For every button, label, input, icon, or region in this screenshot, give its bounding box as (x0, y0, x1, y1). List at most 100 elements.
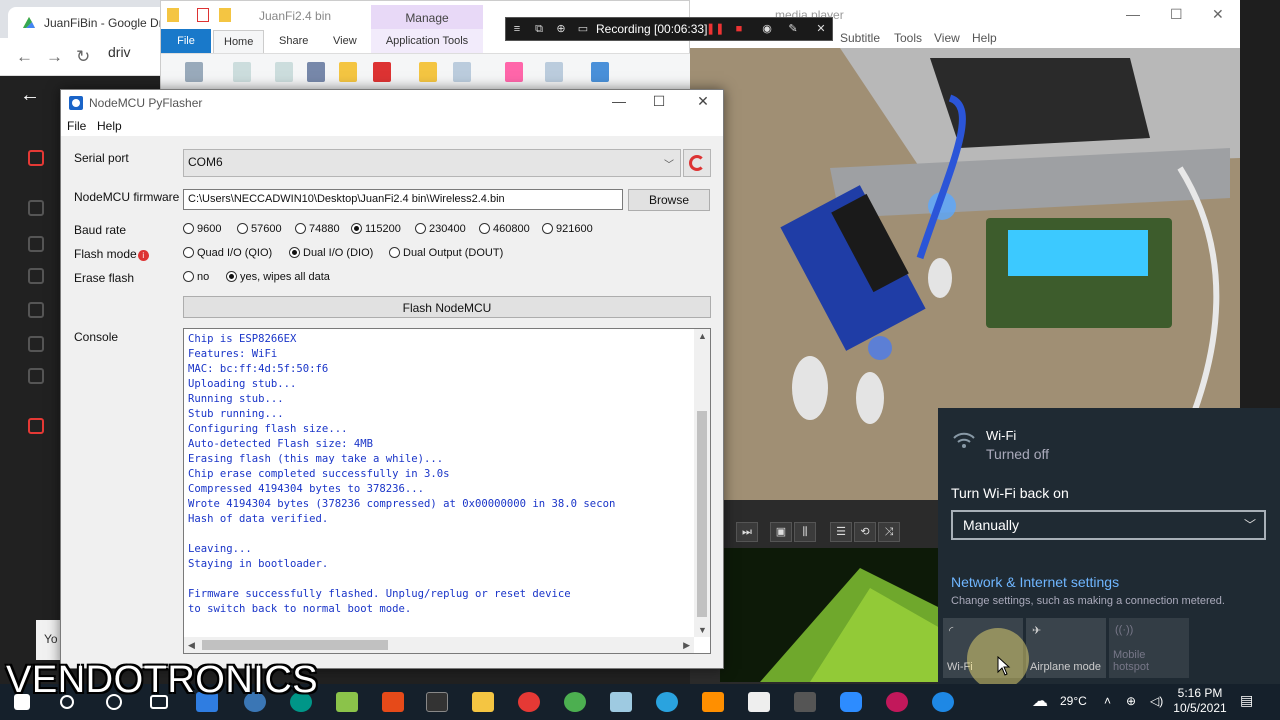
ribbon-home-tab[interactable]: Home (213, 30, 265, 53)
console-scroll-thumb[interactable] (697, 411, 707, 617)
zoom-icon[interactable] (840, 692, 862, 712)
shared-icon[interactable] (28, 268, 44, 284)
serial-port-select[interactable]: COM6 ﹀ (183, 149, 681, 177)
flash-nodemcu-button[interactable]: Flash NodeMCU (183, 296, 711, 318)
checklist-icon[interactable] (505, 62, 523, 82)
tray-chevron-up-icon[interactable]: ˄ (1104, 694, 1111, 708)
camera-icon[interactable]: ◉ (760, 22, 774, 36)
shuffle-icon[interactable]: ⤨ (878, 522, 900, 542)
properties-icon[interactable] (197, 8, 209, 22)
scroll-right-icon[interactable]: ▶ (683, 640, 690, 651)
baud-74880-radio[interactable]: 74880 (295, 223, 340, 235)
copy-icon[interactable] (233, 62, 251, 82)
flash-mode-dio-radio[interactable]: Dual I/O (DIO) (289, 247, 373, 259)
bandicam-display-icon[interactable]: ▭ (576, 22, 590, 36)
bandicam-close-icon[interactable]: ✕ (814, 22, 828, 36)
taskbar-app-5-icon[interactable] (382, 692, 404, 712)
paste-icon[interactable] (275, 62, 293, 82)
menu-subtitle[interactable]: Subtitle (840, 31, 880, 45)
forward-arrow-icon[interactable]: → (46, 47, 63, 67)
console-vertical-scrollbar[interactable]: ▲ ▼ (694, 329, 710, 637)
baud-9600-radio[interactable]: 9600 (183, 223, 221, 235)
info-icon[interactable]: i (137, 250, 149, 261)
notifications-icon[interactable]: ▤ (1240, 692, 1253, 709)
player-maximize-icon[interactable]: ☐ (1170, 6, 1183, 23)
bandicam-window-icon[interactable]: ⧉ (532, 22, 546, 36)
file-explorer-icon[interactable] (472, 692, 494, 712)
raspberry-pi-icon[interactable] (886, 692, 908, 712)
terminal-icon[interactable] (426, 692, 448, 712)
temperature[interactable]: 29°C (1060, 694, 1087, 708)
repeat-icon[interactable]: ⟲ (854, 522, 876, 542)
ribbon-view-tab[interactable]: View (333, 35, 357, 47)
bandicam-target-icon[interactable]: ⊕ (554, 22, 568, 36)
ribbon-file-tab[interactable]: File (161, 29, 211, 53)
console-horizontal-scrollbar[interactable]: ◀ ▶ (184, 637, 694, 653)
pause-icon[interactable]: ❚❚ (706, 22, 724, 36)
starred-icon[interactable] (28, 336, 44, 352)
airplane-mode-tile[interactable]: ✈ Airplane mode (1026, 618, 1106, 678)
menu-file[interactable]: File (67, 119, 86, 133)
taskbar-app-13-icon[interactable] (794, 692, 816, 712)
menu-help[interactable]: Help (97, 119, 122, 133)
player-close-icon[interactable]: ✕ (1212, 6, 1224, 23)
stop-icon[interactable]: ■ (732, 22, 746, 36)
select-icon[interactable] (545, 62, 563, 82)
refresh-ports-button[interactable] (683, 149, 711, 177)
new-folder-icon[interactable] (219, 8, 231, 22)
weather-cloud-icon[interactable]: ☁ (1032, 691, 1048, 711)
menu-view[interactable]: View (934, 31, 960, 45)
chrome-icon[interactable] (564, 692, 586, 712)
baud-57600-radio[interactable]: 57600 (237, 223, 282, 235)
flash-mode-qio-radio[interactable]: Quad I/O (QIO) (183, 247, 272, 259)
clock[interactable]: 5:16 PM 10/5/2021 (1172, 686, 1228, 716)
vlc-icon[interactable] (702, 692, 724, 712)
baud-230400-radio[interactable]: 230400 (415, 223, 466, 235)
new-folder-ribbon-icon[interactable] (419, 62, 437, 82)
taskbar-app-9-icon[interactable] (610, 692, 632, 712)
mobile-hotspot-tile[interactable]: ((·)) Mobile hotspot (1109, 618, 1189, 678)
telegram-icon[interactable] (656, 692, 678, 712)
computer-icon[interactable] (28, 236, 44, 252)
playlist-icon[interactable]: ☰ (830, 522, 852, 542)
bandicam-menu-icon[interactable]: ≡ (510, 22, 524, 36)
taskbar-app-4-icon[interactable] (336, 692, 358, 712)
home-icon[interactable] (28, 200, 44, 216)
close-icon[interactable]: ✕ (693, 93, 713, 110)
pin-icon[interactable] (185, 62, 203, 82)
next-icon[interactable]: ⏭ (736, 522, 758, 542)
erase-no-radio[interactable]: no (183, 271, 209, 283)
scroll-down-icon[interactable]: ▼ (698, 625, 707, 635)
scroll-left-icon[interactable]: ◀ (188, 640, 195, 651)
move-to-icon[interactable] (339, 62, 357, 82)
back-arrow-icon[interactable]: ← (16, 47, 33, 67)
network-settings-link[interactable]: Network & Internet settings (951, 574, 1119, 590)
fullscreen-icon[interactable]: ▣ (770, 522, 792, 542)
turn-wifi-back-select[interactable]: Manually ﹀ (951, 510, 1266, 540)
address-bar[interactable]: driv (108, 44, 131, 60)
add-icon[interactable] (28, 150, 44, 166)
flash-mode-dout-radio[interactable]: Dual Output (DOUT) (389, 247, 503, 259)
taskbar-app-16-icon[interactable] (932, 692, 954, 712)
document-icon[interactable] (748, 692, 770, 712)
network-icon[interactable]: ⊕ (1126, 694, 1136, 708)
new-item-icon[interactable] (453, 62, 471, 82)
firmware-path-field[interactable]: C:\Users\NECCADWIN10\Desktop\JuanFi2.4 b… (183, 189, 623, 210)
page-back-arrow-icon[interactable]: ← (20, 84, 40, 107)
pen-icon[interactable]: ✎ (786, 22, 800, 36)
ribbon-share-tab[interactable]: Share (279, 35, 308, 47)
console-hscroll-thumb[interactable] (202, 640, 388, 650)
cut-icon[interactable] (307, 62, 325, 82)
menu-tools[interactable]: Tools (894, 31, 922, 45)
manage-tab[interactable]: Manage (371, 5, 483, 29)
delete-icon[interactable] (373, 62, 391, 82)
recent-icon[interactable] (28, 302, 44, 318)
console-output[interactable]: Chip is ESP8266EX Features: WiFi MAC: bc:f… (183, 328, 711, 654)
menu-help[interactable]: Help (972, 31, 997, 45)
maximize-icon[interactable]: ☐ (649, 93, 669, 110)
equalizer-icon[interactable]: ⫼ (794, 522, 816, 542)
baud-921600-radio[interactable]: 921600 (542, 223, 593, 235)
bandicam-taskbar-icon[interactable] (518, 692, 540, 712)
chrome-tab[interactable]: JuanFiBin - Google Dri (8, 7, 168, 38)
volume-icon[interactable]: ◁) (1150, 694, 1163, 708)
